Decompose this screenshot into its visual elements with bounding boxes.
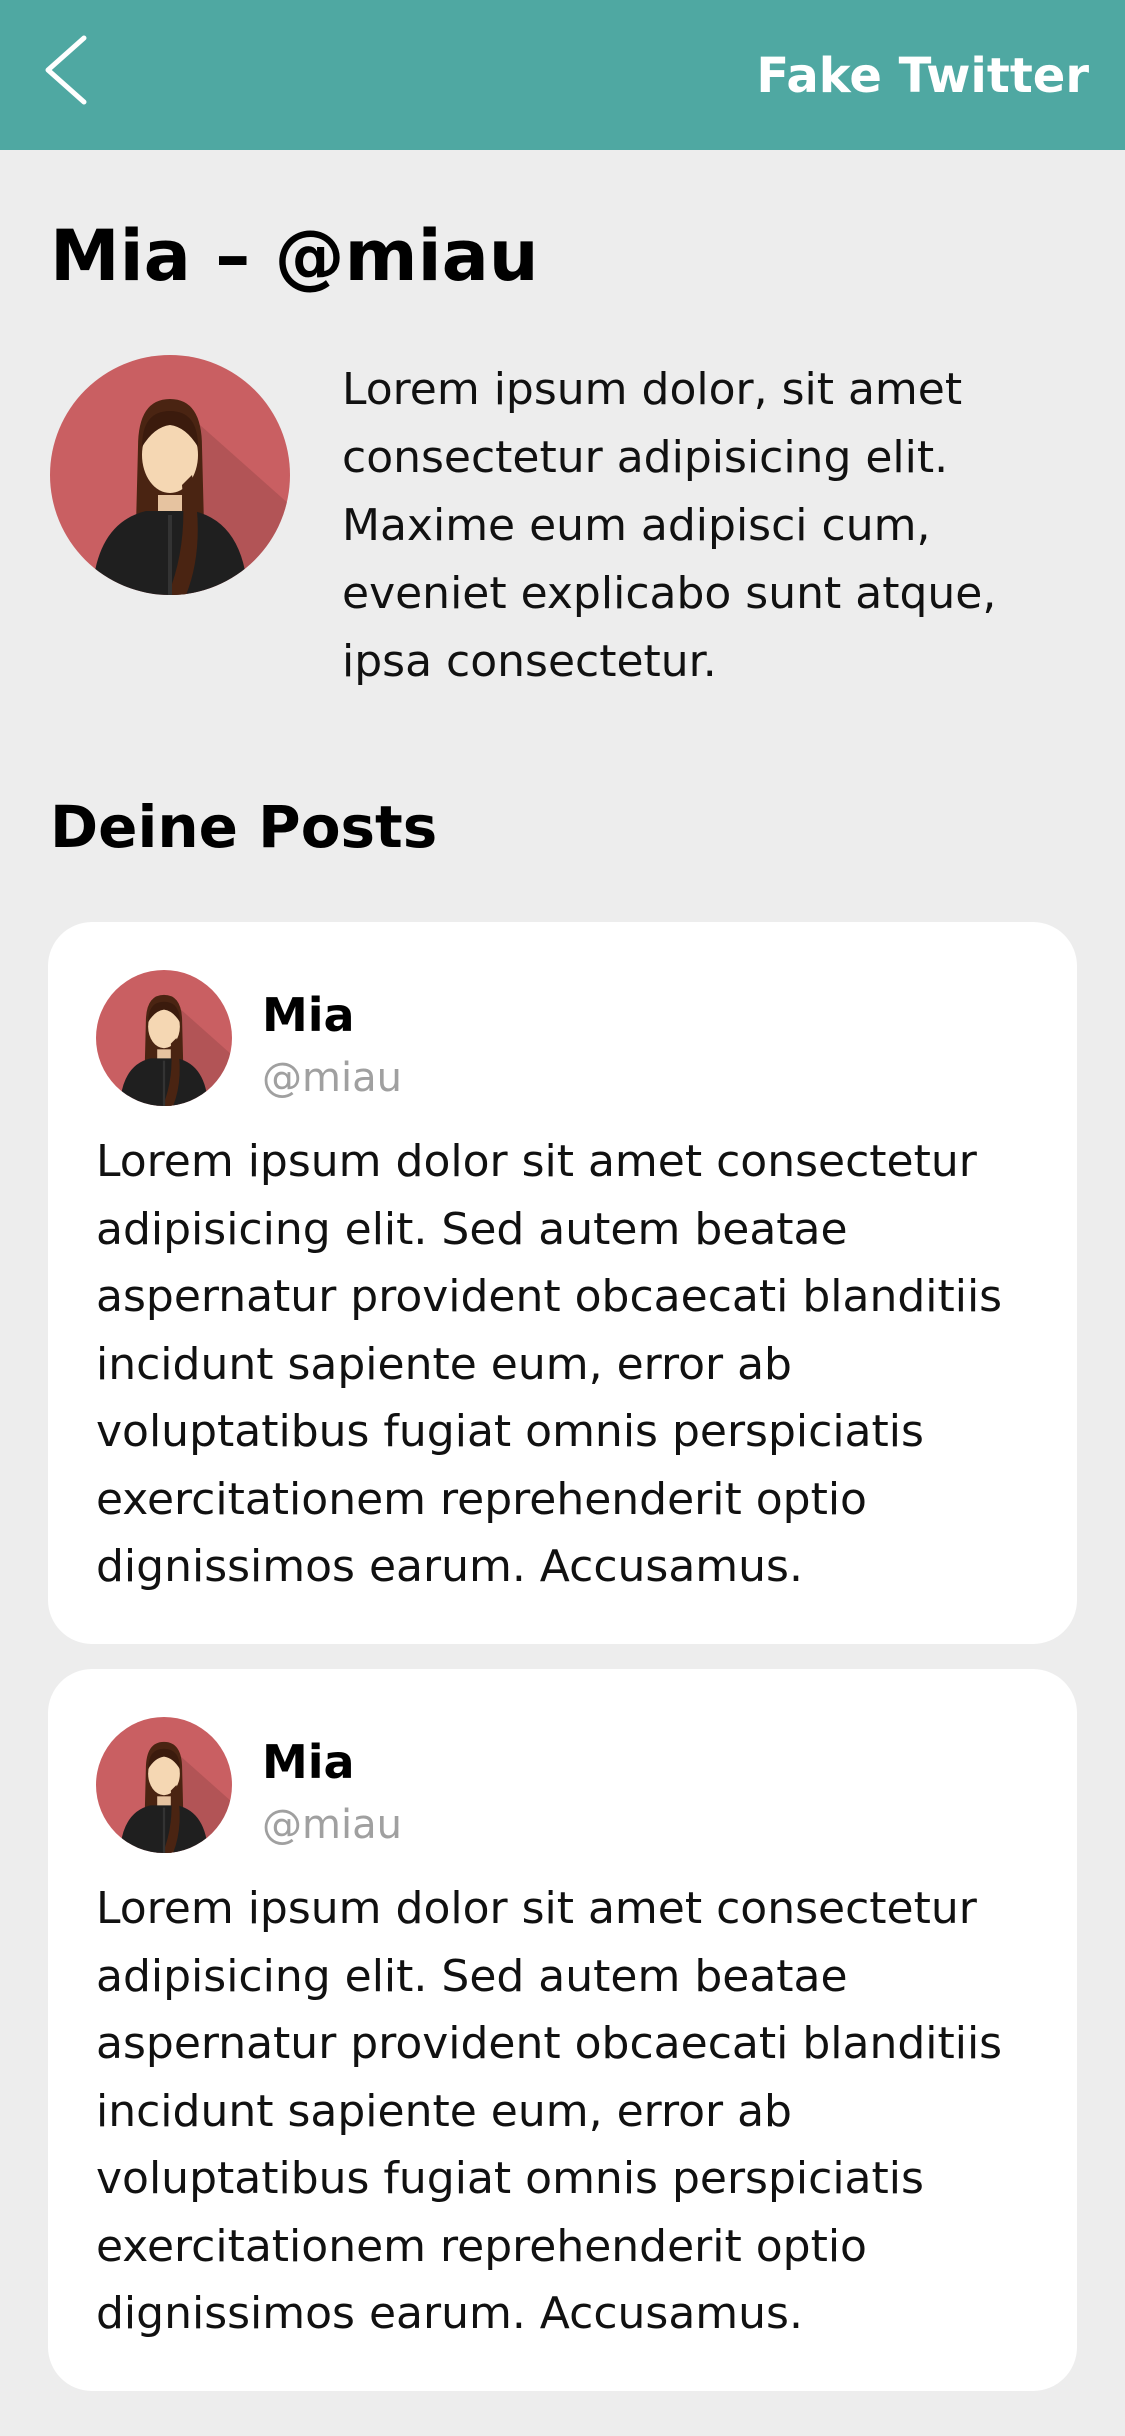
post-avatar[interactable]	[96, 1717, 232, 1853]
chevron-left-icon	[45, 35, 87, 105]
profile-title: Mia – @miau	[50, 215, 539, 297]
woman-avatar-icon	[96, 1717, 232, 1853]
post-text: Lorem ipsum dolor sit amet consectetur a…	[96, 1136, 1003, 1592]
post-text: Lorem ipsum dolor sit amet consectetur a…	[96, 1883, 1003, 2339]
post-author-handle[interactable]: @miau	[262, 1801, 402, 1849]
post-avatar[interactable]	[96, 970, 232, 1106]
woman-avatar-icon	[96, 970, 232, 1106]
app-header: Fake Twitter	[0, 0, 1125, 150]
posts-section-title: Deine Posts	[50, 793, 438, 861]
post-author-name[interactable]: Mia	[262, 1735, 355, 1789]
profile-bio: Lorem ipsum dolor, sit amet consectetur …	[342, 364, 997, 687]
post-card[interactable]: Mia @miau Lorem ipsum dolor sit amet con…	[48, 1669, 1077, 2391]
back-button[interactable]	[36, 30, 100, 110]
woman-avatar-icon	[50, 355, 290, 595]
app-screen: Fake Twitter Mia – @miau Lorem ipsum dol…	[0, 0, 1125, 2436]
post-author-handle[interactable]: @miau	[262, 1054, 402, 1102]
app-title: Fake Twitter	[756, 48, 1089, 104]
profile-avatar	[50, 355, 290, 595]
post-author-name[interactable]: Mia	[262, 988, 355, 1042]
post-card[interactable]: Mia @miau Lorem ipsum dolor sit amet con…	[48, 922, 1077, 1644]
